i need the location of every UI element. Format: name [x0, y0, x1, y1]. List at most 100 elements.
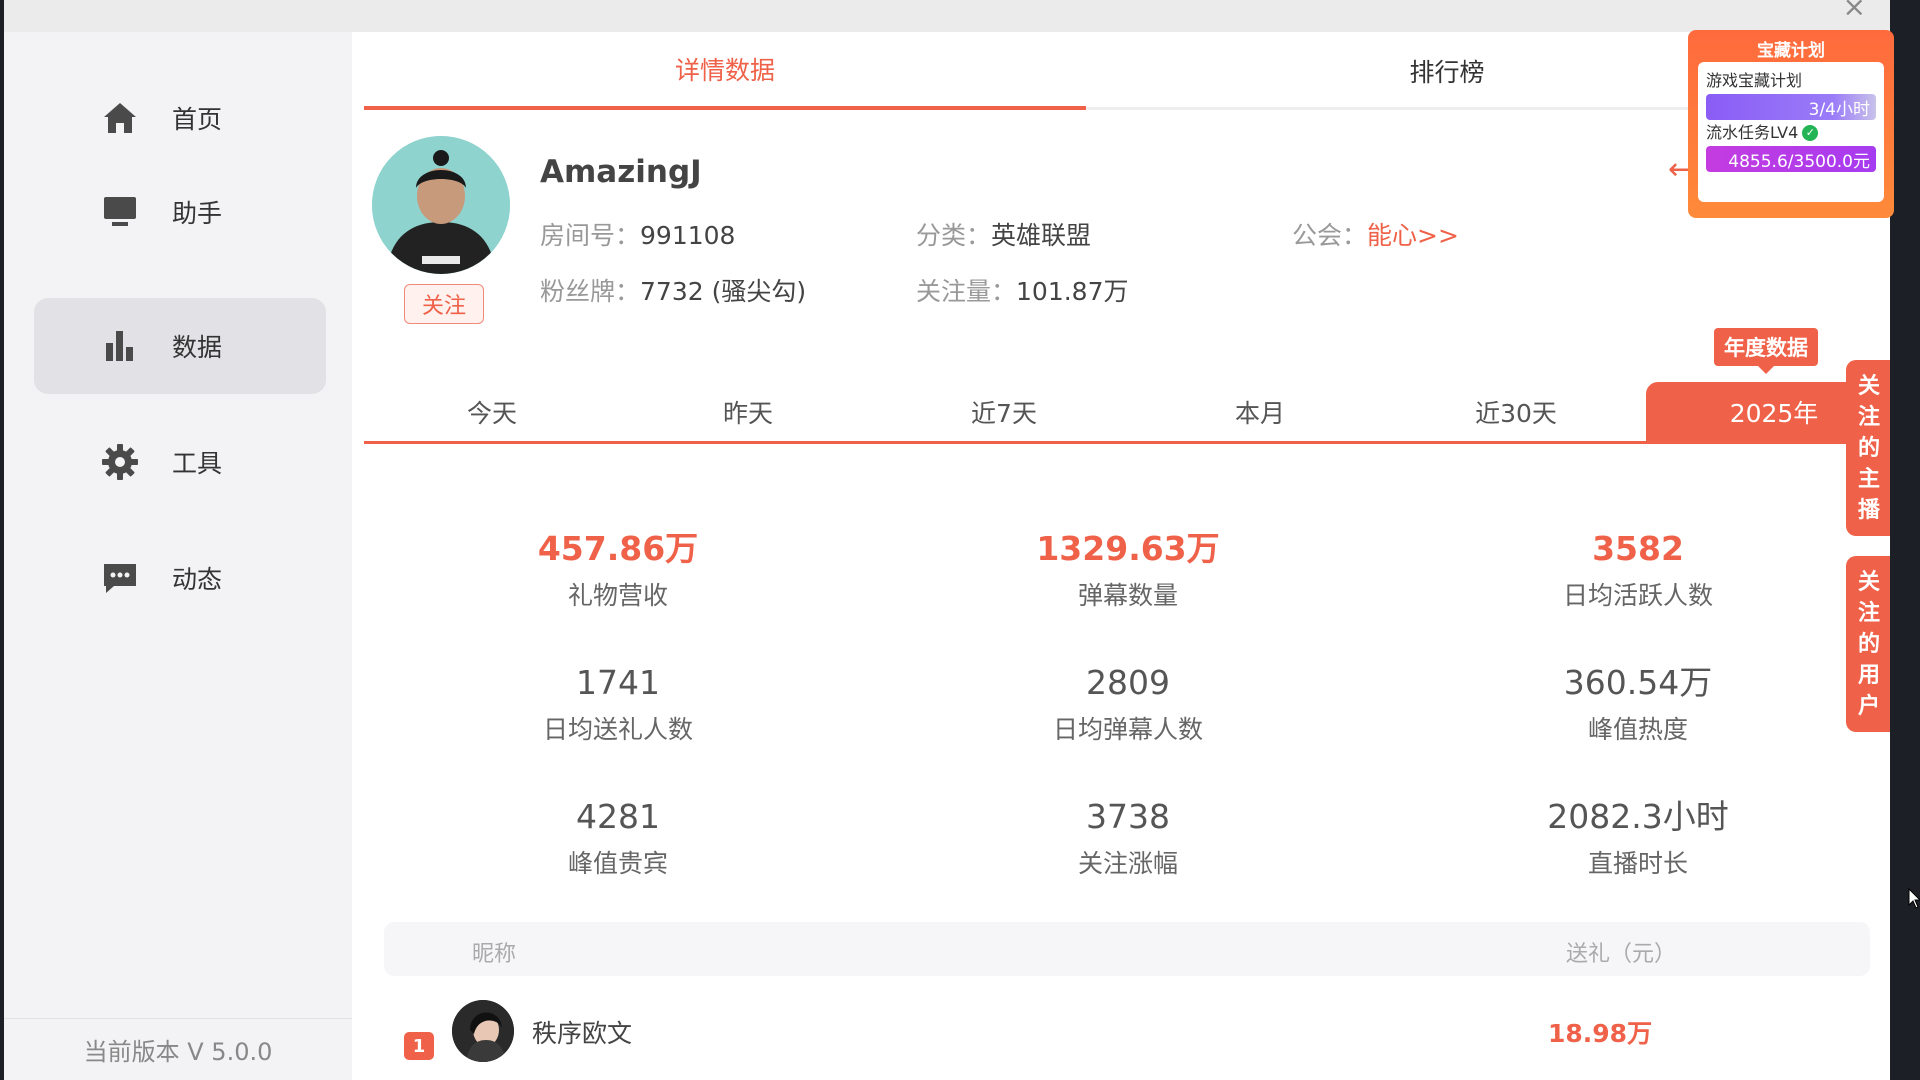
treasure-progress-bar: 4855.6/3500.0元: [1706, 146, 1876, 172]
guild-key: 公会：: [1292, 221, 1368, 250]
stat-daily-gifters: 1741 日均送礼人数: [428, 662, 808, 746]
category-value: 英雄联盟: [991, 221, 1092, 250]
side-tab-char: 关: [1857, 373, 1880, 399]
sidebar-item-label: 动态: [172, 565, 223, 594]
stat-follow-growth: 3738 关注涨幅: [938, 796, 1318, 880]
treasure-item-label: 游戏宝藏计划: [1706, 71, 1803, 90]
stat-label: 峰值贵宾: [567, 849, 668, 878]
side-tab-char: 的: [1857, 435, 1880, 461]
gear-icon: [100, 442, 140, 482]
stat-value: 2809: [1086, 663, 1170, 702]
stat-value: 3738: [1086, 797, 1170, 836]
stat-label: 直播时长: [1587, 849, 1688, 878]
sidebar-item-label: 工具: [172, 449, 223, 478]
side-tab-char: 用: [1857, 662, 1880, 688]
sidebar-item-data[interactable]: 数据: [34, 298, 326, 394]
check-icon: ✓: [1802, 125, 1819, 141]
stat-label: 弹幕数量: [1077, 581, 1178, 610]
sidebar-item-feed[interactable]: 动态: [34, 530, 326, 626]
period-tab-bar: 今天 昨天 近7天 本月 近30天 2025年: [364, 382, 1890, 444]
stat-value: 2082.3小时: [1547, 797, 1729, 836]
main-content: 详情数据 排行榜 关注 AmazingJ 房间号：991108 分类：英雄联盟 …: [352, 32, 1890, 1080]
category-key: 分类：: [916, 221, 992, 250]
stat-value: 1741: [576, 663, 660, 702]
category: 分类：英雄联盟: [916, 216, 1091, 252]
room-number: 房间号：991108: [540, 216, 735, 252]
avatar[interactable]: [452, 1000, 514, 1062]
follower-count-key: 关注量：: [916, 277, 1017, 306]
stat-value: 360.54万: [1563, 663, 1713, 702]
annual-data-badge: 年度数据: [1714, 328, 1818, 374]
tab-last-7-days[interactable]: 近7天: [876, 382, 1132, 441]
guild: 公会：能心>>: [1292, 216, 1459, 252]
stat-label: 日均活跃人数: [1562, 581, 1713, 610]
stat-stream-duration: 2082.3小时 直播时长: [1448, 796, 1828, 880]
rank-badge: 1: [404, 1032, 434, 1060]
treasure-plan-widget[interactable]: 宝藏计划 游戏宝藏计划 3/4小时 流水任务LV4 ✓ 4855.6/3500.…: [1688, 30, 1894, 218]
sidebar-item-label: 首页: [172, 105, 223, 134]
table-row-nickname[interactable]: 秩序欧文: [532, 1014, 632, 1050]
guild-link[interactable]: 能心>>: [1367, 221, 1459, 250]
sidebar-item-label: 数据: [172, 333, 223, 362]
side-tab-char: 户: [1857, 693, 1880, 719]
room-number-key: 房间号：: [540, 221, 641, 250]
side-tab-char: 注: [1857, 600, 1880, 626]
side-tab-char: 关: [1857, 569, 1880, 595]
tab-this-month[interactable]: 本月: [1132, 382, 1388, 441]
stat-label: 日均弹幕人数: [1052, 715, 1203, 744]
table-row-gift: 18.98万: [1548, 1019, 1653, 1048]
stat-label: 日均送礼人数: [542, 715, 693, 744]
room-number-value: 991108: [640, 221, 736, 250]
treasure-task-row: 流水任务LV4 ✓: [1706, 122, 1876, 144]
stat-peak-vip: 4281 峰值贵宾: [428, 796, 808, 880]
version-label: 当前版本 V 5.0.0: [4, 1018, 352, 1080]
chat-icon: [100, 558, 140, 598]
treasure-progress-bar: 3/4小时: [1706, 94, 1876, 120]
follower-count-value: 101.87万: [1016, 277, 1129, 306]
top-tab-bar: 详情数据 排行榜: [364, 32, 1864, 110]
treasure-panel: 游戏宝藏计划 3/4小时 流水任务LV4 ✓ 4855.6/3500.0元: [1698, 62, 1884, 202]
stat-value: 3582: [1592, 529, 1684, 568]
side-tab-char: 的: [1857, 631, 1880, 657]
column-nickname: 昵称: [472, 942, 517, 967]
mouse-cursor-icon: [1908, 888, 1920, 909]
stat-peak-heat: 360.54万 峰值热度: [1448, 662, 1828, 746]
title-bar: ×: [4, 0, 1890, 32]
treasure-item-label: 流水任务LV4: [1706, 123, 1799, 142]
app-window: × 首页 助手 数据 工具 动态 当前版本 V 5.0.0 详情数据 排行榜 关…: [4, 0, 1890, 1080]
tab-today[interactable]: 今天: [364, 382, 620, 441]
tab-last-30-days[interactable]: 近30天: [1388, 382, 1644, 441]
sidebar-item-home[interactable]: 首页: [34, 70, 326, 166]
stat-value: 457.86万: [537, 529, 699, 568]
stat-daily-active: 3582 日均活跃人数: [1448, 528, 1828, 612]
side-tab-char: 主: [1857, 466, 1880, 492]
tab-detail-data[interactable]: 详情数据: [364, 32, 1086, 110]
stat-label: 关注涨幅: [1077, 849, 1178, 878]
side-tab-char: 播: [1857, 497, 1880, 523]
fan-badge: 粉丝牌：7732 (骚尖勾): [540, 272, 806, 308]
monitor-icon: [100, 192, 140, 232]
sidebar-item-assistant[interactable]: 助手: [34, 164, 326, 260]
followed-users-tab[interactable]: 关 注 的 用 户: [1846, 556, 1890, 732]
stat-value: 4281: [576, 797, 660, 836]
sidebar-item-label: 助手: [172, 199, 223, 228]
streamer-name: AmazingJ: [540, 154, 702, 190]
column-gift: 送礼（元）: [1566, 942, 1677, 967]
treasure-title: 宝藏计划: [1757, 41, 1825, 61]
follow-button[interactable]: 关注: [404, 284, 484, 324]
tab-yesterday[interactable]: 昨天: [620, 382, 876, 441]
fan-badge-value: 7732 (骚尖勾): [640, 277, 807, 306]
stat-daily-danmaku-users: 2809 日均弹幕人数: [938, 662, 1318, 746]
follower-count: 关注量：101.87万: [916, 272, 1129, 308]
close-icon[interactable]: ×: [1843, 0, 1866, 23]
stat-gift-revenue: 457.86万 礼物营收: [428, 528, 808, 612]
gift-table-header: 昵称 送礼（元）: [384, 922, 1870, 976]
stat-label: 礼物营收: [567, 581, 668, 610]
bar-chart-icon: [100, 326, 140, 366]
followed-streamers-tab[interactable]: 关 注 的 主 播: [1846, 360, 1890, 536]
side-tab-char: 注: [1857, 404, 1880, 430]
stat-value: 1329.63万: [1036, 529, 1220, 568]
stat-danmaku-count: 1329.63万 弹幕数量: [938, 528, 1318, 612]
home-icon: [100, 98, 140, 138]
sidebar-item-tools[interactable]: 工具: [34, 414, 326, 510]
